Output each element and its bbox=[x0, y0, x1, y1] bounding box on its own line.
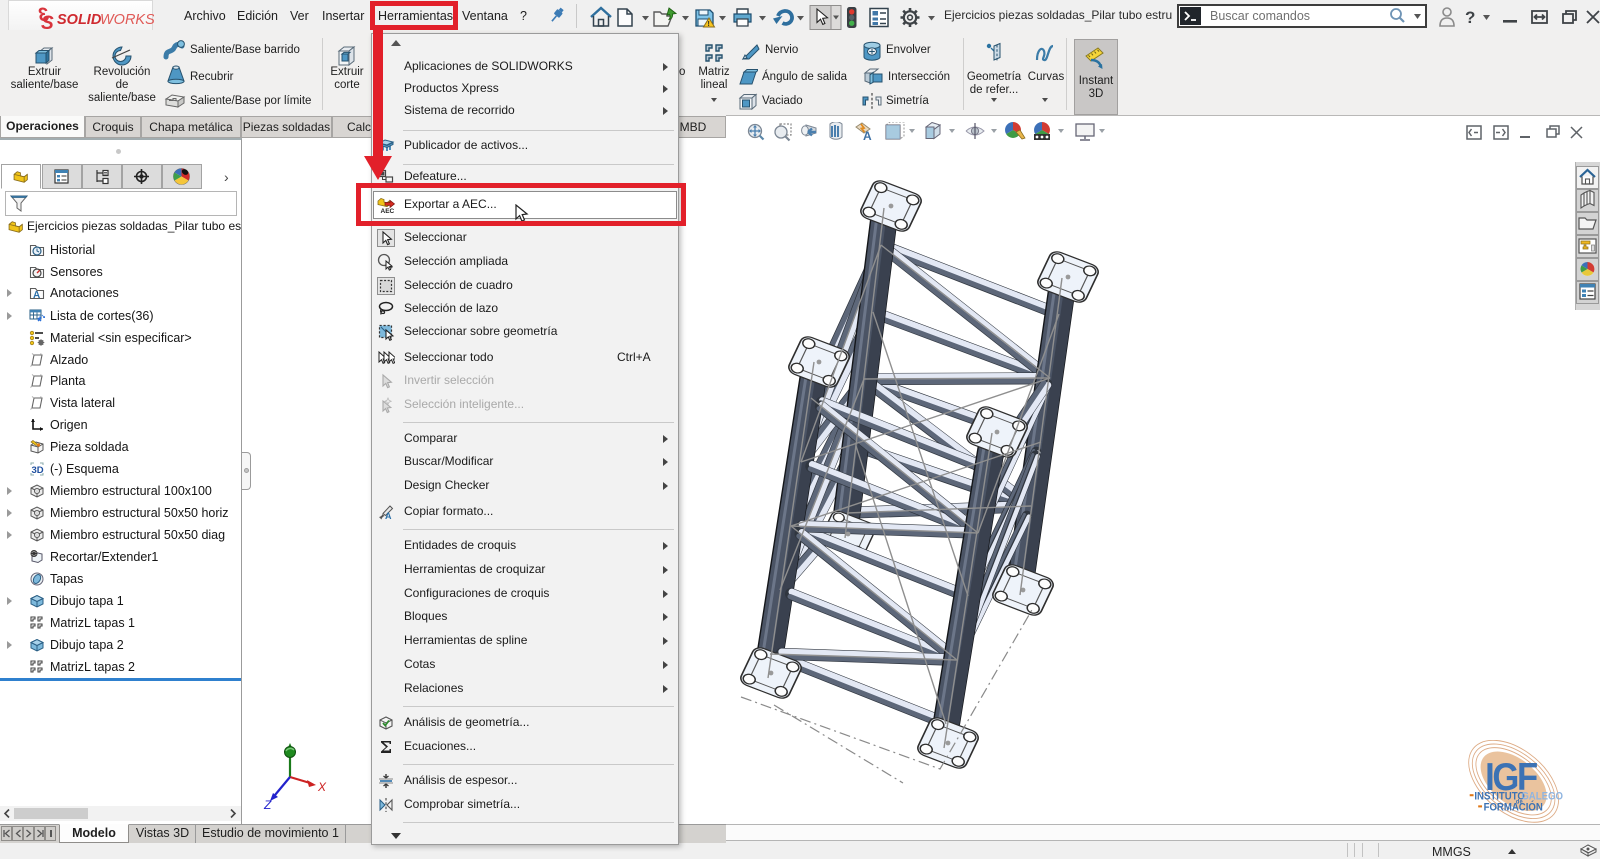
svg-text:!: ! bbox=[708, 21, 710, 28]
svg-text:A: A bbox=[863, 129, 872, 143]
svg-text:X: X bbox=[317, 780, 327, 794]
svg-text:SOLID: SOLID bbox=[57, 12, 102, 28]
svg-text:FORMACIÓN: FORMACIÓN bbox=[1484, 800, 1543, 814]
svg-text:Z: Z bbox=[263, 798, 272, 810]
svg-text:3D: 3D bbox=[32, 465, 44, 476]
svg-text:GALEGO: GALEGO bbox=[1521, 791, 1563, 803]
svg-text:S: S bbox=[41, 13, 54, 30]
svg-text:?: ? bbox=[1465, 8, 1475, 27]
svg-text:A: A bbox=[385, 511, 392, 521]
svg-text:↘: ↘ bbox=[41, 314, 45, 320]
svg-text:A: A bbox=[33, 290, 40, 301]
svg-text:WORKS: WORKS bbox=[100, 12, 154, 28]
